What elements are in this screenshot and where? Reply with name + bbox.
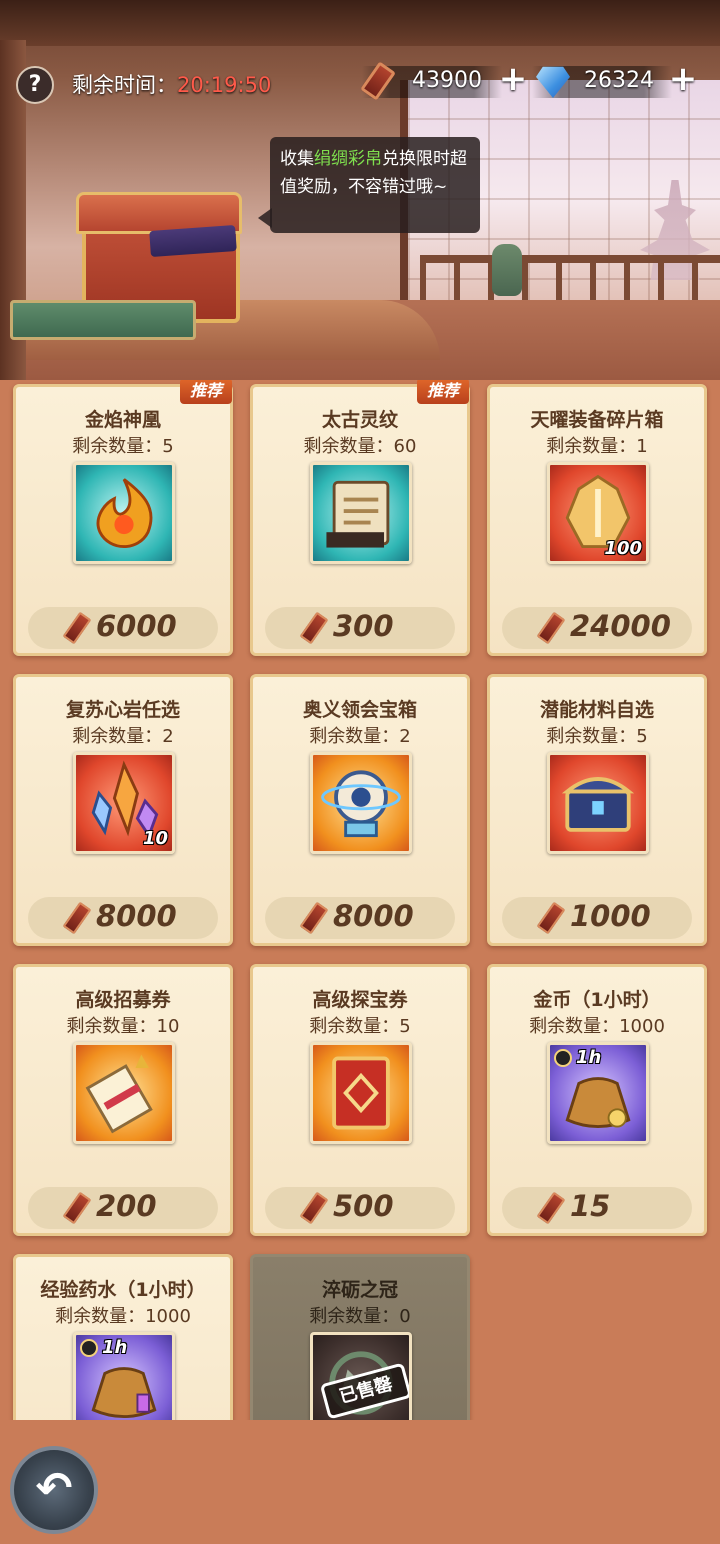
silk-currency-icon bbox=[536, 1191, 566, 1225]
silk-currency-icon bbox=[299, 901, 329, 935]
item-stock: 剩余数量：5 bbox=[72, 436, 174, 457]
currency-silk: 43900 + bbox=[360, 61, 532, 101]
shop-item-card[interactable]: 高级探宝券 剩余数量：5 500 bbox=[250, 964, 470, 1236]
item-stock: 剩余数量：60 bbox=[303, 436, 417, 457]
shop-item-card[interactable]: 奥义领会宝箱 剩余数量：2 8000 bbox=[250, 674, 470, 946]
phoenix-flame-icon bbox=[73, 462, 175, 564]
item-stock: 剩余数量：1000 bbox=[529, 1016, 665, 1037]
clock-icon bbox=[554, 1049, 572, 1067]
price-button[interactable]: 8000 bbox=[28, 897, 218, 939]
shop-item-card[interactable]: 推荐 太古灵纹 剩余数量：60 300 bbox=[250, 380, 470, 656]
recommend-tag: 推荐 bbox=[180, 380, 232, 404]
orb-chest-icon bbox=[310, 752, 412, 854]
price-value: 500 bbox=[333, 1189, 394, 1223]
price-value: 8000 bbox=[96, 899, 177, 933]
item-name: 太古灵纹 bbox=[321, 409, 398, 431]
price-value: 24000 bbox=[570, 609, 671, 643]
recommend-tag: 推荐 bbox=[417, 380, 469, 404]
shop-grid: 推荐 金焰神凰 剩余数量：5 6000 推荐 太古灵纹 剩余数量：60 300 … bbox=[0, 380, 720, 1420]
item-name: 潜能材料自选 bbox=[539, 699, 654, 721]
item-name: 经验药水（1小时） bbox=[40, 1279, 206, 1301]
silk-currency-icon bbox=[536, 901, 566, 935]
scroll-icon bbox=[73, 1042, 175, 1144]
gold-coin-bag-icon: 1h bbox=[547, 1042, 649, 1144]
silk-currency-icon bbox=[536, 611, 566, 645]
ancient-scroll-book-icon bbox=[310, 462, 412, 564]
item-stock: 剩余数量：1 bbox=[546, 436, 648, 457]
duration-label: 1h bbox=[102, 1337, 128, 1358]
vase-decor bbox=[492, 244, 522, 296]
shop-item-card[interactable]: 复苏心岩任选 剩余数量：2 10 8000 bbox=[13, 674, 233, 946]
price-value: 6000 bbox=[96, 609, 177, 643]
golden-armor-icon: 100 bbox=[547, 462, 649, 564]
item-name: 淬砺之冠 bbox=[321, 1279, 398, 1301]
shop-item-card[interactable]: 潜能材料自选 剩余数量：5 1000 bbox=[487, 674, 707, 946]
silk-currency-icon bbox=[62, 901, 92, 935]
crown-icon: 已售罄 bbox=[310, 1332, 412, 1420]
shop-item-card[interactable]: 经验药水（1小时） 剩余数量：1000 1h bbox=[13, 1254, 233, 1420]
item-stock: 剩余数量：2 bbox=[309, 726, 411, 747]
shop-item-card-soldout: 淬砺之冠 剩余数量：0 已售罄 bbox=[250, 1254, 470, 1420]
item-name: 金币（1小时） bbox=[533, 989, 661, 1011]
price-button[interactable]: 8000 bbox=[265, 897, 455, 939]
roof-beam bbox=[0, 0, 720, 46]
price-button[interactable]: 500 bbox=[265, 1187, 455, 1229]
silk-currency-icon bbox=[299, 611, 329, 645]
add-gem-button[interactable]: + bbox=[668, 62, 698, 98]
item-quantity: 10 bbox=[142, 828, 168, 849]
price-value: 15 bbox=[570, 1189, 611, 1223]
clock-icon bbox=[80, 1339, 98, 1357]
silk-amount: 43900 bbox=[412, 68, 482, 93]
item-name: 高级招募券 bbox=[75, 989, 171, 1011]
item-name: 天曜装备碎片箱 bbox=[530, 409, 664, 431]
shop-item-card[interactable]: 天曜装备碎片箱 剩余数量：1 100 24000 bbox=[487, 384, 707, 656]
price-button[interactable]: 15 bbox=[502, 1187, 692, 1229]
price-button[interactable]: 300 bbox=[265, 607, 455, 649]
crystal-shards-icon: 10 bbox=[73, 752, 175, 854]
timer-label: 剩余时间： bbox=[72, 73, 177, 97]
treasure-card-icon bbox=[310, 1042, 412, 1144]
price-value: 1000 bbox=[570, 899, 651, 933]
item-name: 金焰神凰 bbox=[84, 409, 161, 431]
item-stock: 剩余数量：1000 bbox=[55, 1306, 191, 1327]
item-stock: 剩余数量：2 bbox=[72, 726, 174, 747]
treasure-chest-icon bbox=[547, 752, 649, 854]
shop-item-card[interactable]: 推荐 金焰神凰 剩余数量：5 6000 bbox=[13, 380, 233, 656]
shop-item-card[interactable]: 高级招募券 剩余数量：10 200 bbox=[13, 964, 233, 1236]
price-button[interactable]: 24000 bbox=[502, 607, 692, 649]
price-button[interactable]: 200 bbox=[28, 1187, 218, 1229]
back-arrow-icon[interactable]: ↶ bbox=[10, 1446, 98, 1534]
item-stock: 剩余数量：5 bbox=[546, 726, 648, 747]
currency-gem: 26324 + bbox=[532, 62, 712, 100]
gem-amount: 26324 bbox=[584, 68, 654, 93]
item-name: 高级探宝券 bbox=[312, 989, 408, 1011]
price-button[interactable]: 6000 bbox=[28, 607, 218, 649]
silk-currency-icon bbox=[299, 1191, 329, 1225]
timer-value: 20:19:50 bbox=[177, 73, 272, 97]
item-stock: 剩余数量：0 bbox=[309, 1306, 411, 1327]
price-button[interactable]: 1000 bbox=[502, 897, 692, 939]
item-name: 奥义领会宝箱 bbox=[302, 699, 417, 721]
price-value: 200 bbox=[96, 1189, 157, 1223]
exp-potion-bag-icon: 1h bbox=[73, 1332, 175, 1420]
question-mark-icon[interactable]: ? bbox=[16, 66, 54, 104]
price-value: 8000 bbox=[333, 899, 414, 933]
price-value: 300 bbox=[333, 609, 394, 643]
item-stock: 剩余数量：10 bbox=[66, 1016, 180, 1037]
event-tooltip: 收集绢绸彩帛兑换限时超值奖励，不容错过哦~ bbox=[270, 137, 480, 233]
silk-currency-icon bbox=[62, 1191, 92, 1225]
item-quantity: 100 bbox=[604, 538, 642, 559]
silk-currency-icon bbox=[62, 611, 92, 645]
book-stack-decor bbox=[10, 300, 196, 340]
duration-label: 1h bbox=[576, 1047, 602, 1068]
add-silk-button[interactable]: + bbox=[498, 62, 528, 98]
item-stock: 剩余数量：5 bbox=[309, 1016, 411, 1037]
item-name: 复苏心岩任选 bbox=[65, 699, 180, 721]
shop-item-card[interactable]: 金币（1小时） 剩余数量：1000 1h 15 bbox=[487, 964, 707, 1236]
tooltip-highlight: 绢绸彩帛 bbox=[314, 149, 382, 169]
timer: 剩余时间：20:19:50 bbox=[72, 69, 271, 99]
